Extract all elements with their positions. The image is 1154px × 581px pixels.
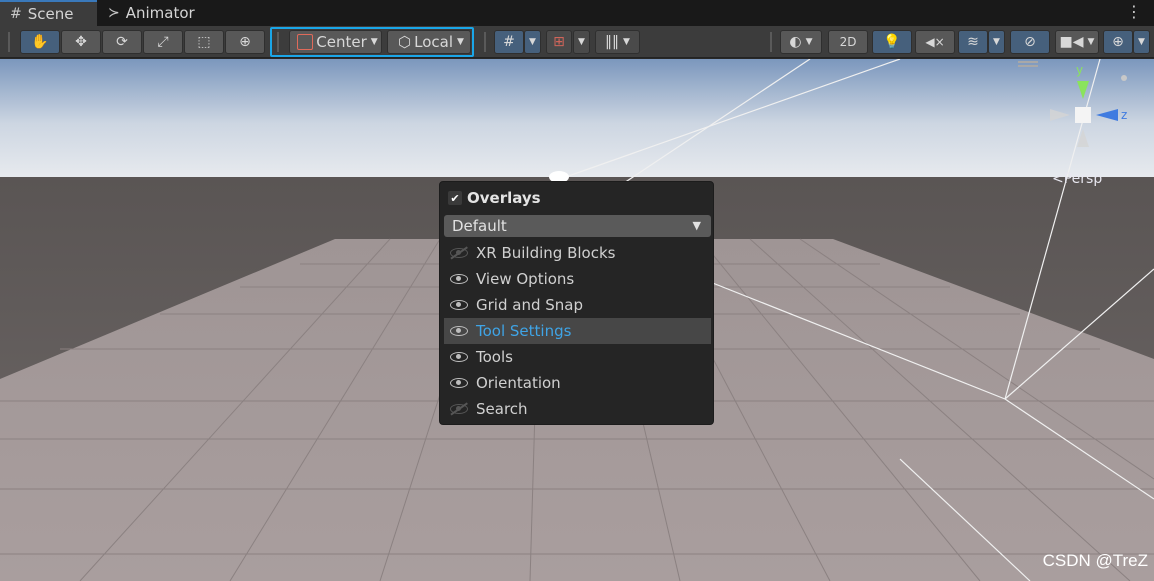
overlay-preset-dropdown[interactable]: Default ▼ (444, 215, 711, 237)
gizmos-button[interactable]: ⊕ (1103, 30, 1133, 54)
lightbulb-icon: 💡 (883, 34, 901, 50)
overlay-item-label: XR Building Blocks (476, 244, 616, 262)
overlay-item-orientation[interactable]: Orientation (444, 370, 711, 396)
overlay-item-label: View Options (476, 270, 575, 288)
hand-icon: ✋ (31, 34, 49, 50)
chevron-down-icon: ▼ (1087, 37, 1095, 47)
eye-icon[interactable] (450, 300, 468, 310)
layers-icon: ≋ (967, 34, 979, 50)
tab-scene[interactable]: # Scene (0, 0, 97, 26)
overlay-item-xr-building-blocks[interactable]: XR Building Blocks (444, 240, 711, 266)
gizmos-dropdown[interactable]: ▼ (1133, 30, 1150, 54)
shading-sphere-icon: ◐ (789, 34, 802, 50)
gizmo-z-label: z (1121, 108, 1128, 122)
camera-icon: ■◀ (1059, 34, 1084, 50)
overlay-item-view-options[interactable]: View Options (444, 266, 711, 292)
gizmo-icon: ⊕ (1112, 34, 1124, 50)
grid-snap-button[interactable]: ⊞ (546, 30, 572, 54)
draw-mode-dropdown[interactable]: ◐ ▼ (780, 30, 822, 54)
overlays-toggle[interactable]: ✔ Overlays (448, 189, 541, 207)
chevron-down-icon: ▼ (993, 37, 1000, 47)
eye-hidden-icon[interactable] (450, 404, 468, 414)
chevron-down-icon: ▼ (529, 37, 536, 47)
tab-scene-label: Scene (27, 5, 74, 23)
grid-options-dropdown[interactable]: ▼ (524, 30, 541, 54)
scene-lighting-button[interactable]: 💡 (872, 30, 912, 54)
scale-tool-button[interactable]: ⤢ (143, 30, 183, 54)
2d-mode-label: 2D (839, 35, 857, 49)
chevron-down-icon: ▼ (578, 37, 585, 47)
tab-animator[interactable]: ≻ Animator (98, 0, 208, 26)
overlay-item-label: Search (476, 400, 528, 418)
camera-settings-dropdown[interactable]: ■◀ ▼ (1055, 30, 1099, 54)
overlay-item-label: Grid and Snap (476, 296, 583, 314)
chevron-down-icon: ▼ (623, 37, 630, 47)
move-tool-button[interactable]: ✥ (61, 30, 101, 54)
scene-toolbar: ✋ ✥ ⟳ ⤢ ⬚ ⊕ Center ▼ ⬡ Local ▼ # ▼ ⊞ ▼ ‖… (0, 26, 1154, 58)
transform-icon: ⊕ (239, 34, 251, 50)
scale-icon: ⤢ (157, 34, 169, 50)
eye-icon[interactable] (450, 378, 468, 388)
overlays-menu: ✔ Overlays Default ▼ XR Building Blocks … (439, 181, 714, 425)
projection-toggle[interactable]: <Persp (1052, 171, 1102, 187)
audio-mute-icon: ◀× (925, 35, 945, 49)
animator-icon: ≻ (108, 5, 120, 21)
overlays-title: Overlays (467, 189, 541, 207)
effects-button[interactable]: ≋ (958, 30, 988, 54)
highlight-frame (270, 27, 474, 57)
eye-icon[interactable] (450, 326, 468, 336)
chevron-down-icon: ▼ (692, 219, 701, 232)
overlay-item-tools[interactable]: Tools (444, 344, 711, 370)
snap-options-dropdown[interactable]: ▼ (573, 30, 590, 54)
2d-mode-button[interactable]: 2D (828, 30, 868, 54)
tab-animator-label: Animator (125, 4, 195, 22)
overlay-item-label: Tool Settings (476, 322, 572, 340)
snap-icon: ⊞ (553, 34, 565, 50)
gizmo-y-label: y (1076, 63, 1084, 77)
eye-hidden-icon[interactable] (450, 248, 468, 258)
move-icon: ✥ (75, 34, 87, 50)
overlay-item-search[interactable]: Search (444, 396, 711, 422)
increment-snap-dropdown[interactable]: ‖‖ ▼ (595, 30, 640, 54)
rect-tool-button[interactable]: ⬚ (184, 30, 224, 54)
toolbar-grip[interactable] (770, 32, 772, 52)
toolbar-grip[interactable] (484, 32, 486, 52)
overlay-list: XR Building Blocks View Options Grid and… (444, 240, 711, 422)
checkmark-icon[interactable]: ✔ (448, 191, 462, 205)
overlay-item-grid-and-snap[interactable]: Grid and Snap (444, 292, 711, 318)
grid-hash-icon: # (10, 6, 22, 22)
eye-hidden-icon: ⊘ (1024, 34, 1036, 50)
scene-visibility-button[interactable]: ⊘ (1010, 30, 1050, 54)
overlay-preset-label: Default (452, 217, 507, 235)
more-options-icon[interactable]: ⋮ (1126, 2, 1142, 21)
eye-icon[interactable] (450, 274, 468, 284)
orientation-gizmo[interactable] (1040, 65, 1130, 165)
transform-tool-button[interactable]: ⊕ (225, 30, 265, 54)
grid-visibility-button[interactable]: # (494, 30, 524, 54)
tab-bar: # Scene ≻ Animator ⋮ (0, 0, 1154, 26)
watermark: CSDN @TreZ (1042, 551, 1148, 570)
effects-dropdown[interactable]: ▼ (988, 30, 1005, 54)
view-tool-button[interactable]: ✋ (20, 30, 60, 54)
rotate-tool-button[interactable]: ⟳ (102, 30, 142, 54)
grid-icon: # (503, 34, 515, 50)
overlay-item-tool-settings[interactable]: Tool Settings (444, 318, 711, 344)
increment-snap-icon: ‖‖ (605, 34, 620, 50)
chevron-down-icon: ▼ (805, 37, 813, 47)
overlay-item-label: Orientation (476, 374, 561, 392)
overlay-item-label: Tools (476, 348, 513, 366)
chevron-down-icon: ▼ (1138, 37, 1145, 47)
eye-icon[interactable] (450, 352, 468, 362)
rotate-icon: ⟳ (116, 34, 128, 50)
audio-toggle-button[interactable]: ◀× (915, 30, 955, 54)
rect-icon: ⬚ (197, 34, 211, 50)
toolbar-grip[interactable] (8, 32, 10, 52)
